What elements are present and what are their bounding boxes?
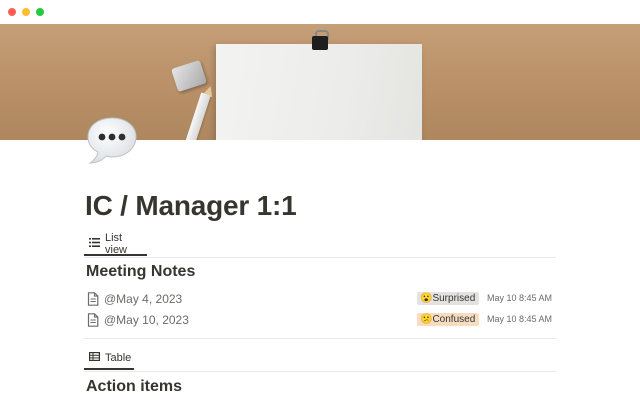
page-title: IC / Manager 1:1	[85, 190, 297, 221]
action-items-title: Action items	[86, 378, 183, 395]
mood-tag: 😕Confused	[417, 313, 480, 326]
meeting-timestamp: May 10 8:45 AM	[487, 293, 553, 303]
tab-table[interactable]: Table	[84, 348, 134, 370]
tabs-divider	[84, 371, 556, 372]
tab-list-view[interactable]: List view	[84, 232, 147, 256]
zoom-window-button[interactable]	[36, 8, 44, 16]
mood-emoji: 😕	[420, 314, 433, 325]
meeting-date: @May 10, 2023	[104, 313, 189, 327]
list-item[interactable]: @May 10, 2023 😕Confused May 10 8:45 AM	[84, 310, 556, 330]
meeting-timestamp: May 10 8:45 AM	[487, 314, 553, 324]
section-divider	[84, 338, 556, 339]
mood-emoji: 😮	[420, 293, 433, 304]
table-icon	[89, 352, 101, 364]
speech-bubble-icon[interactable]	[84, 112, 140, 168]
document-icon	[87, 313, 99, 332]
mood-tag: 😮Surprised	[417, 292, 480, 305]
window-titlebar	[0, 0, 640, 24]
document-icon	[87, 292, 99, 311]
tabs-divider	[84, 257, 556, 258]
meeting-date: @May 4, 2023	[104, 292, 183, 306]
list-icon	[89, 238, 100, 250]
mood-label: Surprised	[432, 293, 476, 304]
minimize-window-button[interactable]	[22, 8, 30, 16]
cover-pencil-sharpener	[171, 59, 207, 93]
cover-binder-clip	[312, 36, 328, 50]
tab-label: Table	[105, 352, 132, 364]
cover-paper-sheet	[216, 44, 422, 140]
list-item[interactable]: @May 4, 2023 😮Surprised May 10 8:45 AM	[84, 289, 556, 309]
close-window-button[interactable]	[8, 8, 16, 16]
tab-label: List view	[105, 232, 128, 256]
cover-pencil	[179, 92, 211, 140]
meeting-notes-title: Meeting Notes	[86, 263, 196, 280]
mood-label: Confused	[432, 314, 476, 325]
